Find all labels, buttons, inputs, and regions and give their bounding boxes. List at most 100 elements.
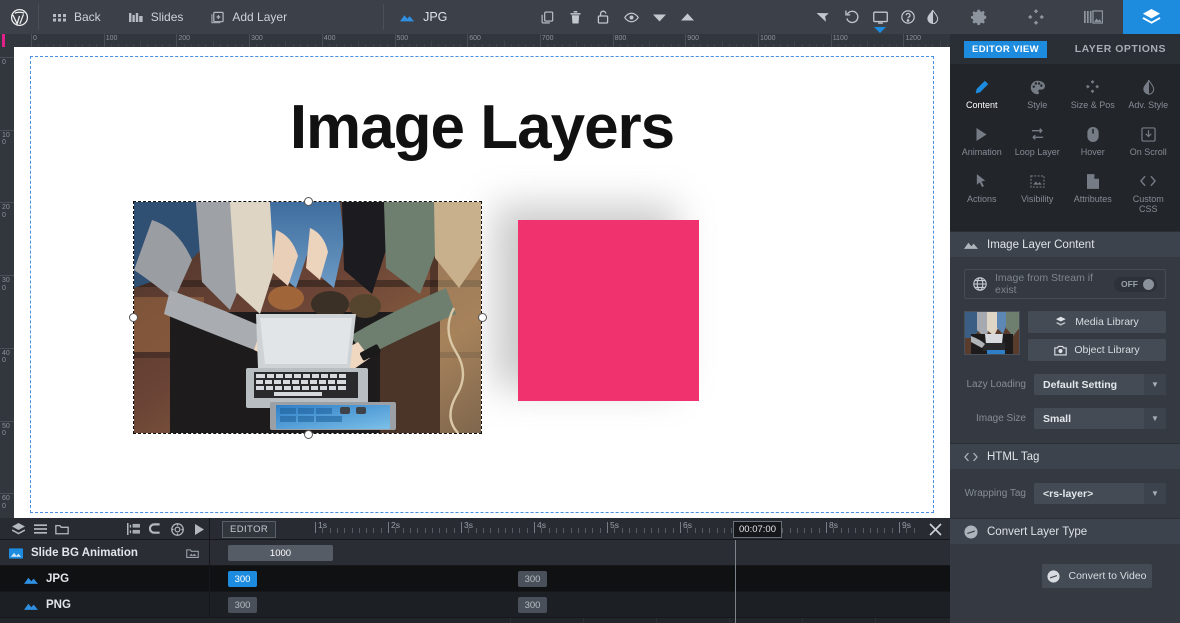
image-size-select[interactable]: Small ▼ <box>1034 408 1166 429</box>
timeline-ruler[interactable]: 1s2s3s4s5s6s7s8s9s <box>282 518 920 540</box>
timeline-bar[interactable]: 300 <box>228 571 257 587</box>
resize-handle-right[interactable] <box>478 313 487 322</box>
tab-loop-layer[interactable]: Loop Layer <box>1010 121 1066 162</box>
convert-icon <box>1047 569 1061 583</box>
tab-hover[interactable]: Hover <box>1065 121 1121 162</box>
tab-label: On Scroll <box>1129 147 1167 157</box>
slide-stage[interactable]: Image Layers <box>14 47 950 518</box>
media-library-button[interactable]: Media Library <box>1028 311 1166 333</box>
vertical-ruler[interactable]: 0 100 200 300 400 500 600 <box>0 47 14 518</box>
timeline-playhead[interactable] <box>735 540 736 623</box>
tab-actions[interactable]: Actions <box>954 168 1010 219</box>
tab-label: Hover <box>1080 147 1105 157</box>
lazy-loading-select[interactable]: Default Setting ▼ <box>1034 374 1166 395</box>
timeline-minor-tick <box>322 528 324 533</box>
timeline-track[interactable]: 300 300 <box>210 566 950 592</box>
section-header-convert-layer-type[interactable]: Convert Layer Type <box>950 518 1180 544</box>
timeline-minor-tick <box>504 528 506 533</box>
back-button[interactable]: Back <box>39 0 115 34</box>
timeline-layers-button[interactable] <box>8 518 28 540</box>
tab-animation[interactable]: Animation <box>954 121 1010 162</box>
timeline-track[interactable]: 300 300 <box>210 592 950 618</box>
timeline-play-button[interactable] <box>189 518 209 540</box>
resize-handle-bottom[interactable] <box>304 430 313 439</box>
delete-layer-button[interactable] <box>561 0 589 34</box>
ruler-label: 300 <box>2 277 10 292</box>
select-tool-button[interactable] <box>810 0 838 34</box>
timeline-editor-toggle[interactable]: EDITOR <box>222 521 277 538</box>
timeline-minor-tick <box>409 528 411 533</box>
png-layer-pink-square[interactable] <box>518 220 699 401</box>
timeline-row-jpg[interactable]: JPG 300 300 <box>0 566 950 592</box>
resize-handle-top[interactable] <box>304 197 313 206</box>
timeline-row-label[interactable]: PNG <box>0 592 210 618</box>
timeline-minor-tick <box>847 528 849 533</box>
timeline-list-button[interactable] <box>30 518 50 540</box>
tab-visibility[interactable]: Visibility <box>1010 168 1066 219</box>
contrast-button[interactable] <box>922 0 950 34</box>
image-thumbnail[interactable] <box>964 311 1020 355</box>
tab-custom-css[interactable]: Custom CSS <box>1121 168 1177 219</box>
toggle-visibility-button[interactable] <box>617 0 645 34</box>
slides-button[interactable]: Slides <box>115 0 198 34</box>
tab-size-pos[interactable]: Size & Pos <box>1065 74 1121 115</box>
timeline-minor-tick <box>789 528 791 533</box>
slide-media-tab[interactable] <box>1065 0 1123 34</box>
wrapping-tag-select[interactable]: <rs-layer> ▼ <box>1034 483 1166 504</box>
tab-adv-style[interactable]: Adv. Style <box>1121 74 1177 115</box>
horizontal-ruler[interactable]: 0 100 200 300 400 500 600 700 800 900 1000 1100 1200 <box>0 34 950 47</box>
section-header-image-layer-content[interactable]: Image Layer Content <box>950 231 1180 257</box>
tab-style[interactable]: Style <box>1010 74 1066 115</box>
timeline-minor-tick <box>351 528 353 533</box>
help-button[interactable] <box>894 0 922 34</box>
panel-header: EDITOR VIEW LAYER OPTIONS <box>950 34 1180 64</box>
preview-device-button[interactable] <box>866 0 894 34</box>
slide-animation-tab[interactable] <box>1008 0 1066 34</box>
timeline-bar[interactable]: 300 <box>228 597 257 613</box>
ruler-label: 400 <box>2 349 10 365</box>
timeline-bar[interactable]: 300 <box>518 597 547 613</box>
wordpress-logo-icon[interactable] <box>0 0 38 34</box>
tab-content[interactable]: Content <box>954 74 1010 115</box>
add-layer-button-label: Add Layer <box>232 10 288 24</box>
slide-title-layer[interactable]: Image Layers <box>14 92 950 163</box>
timeline-folder-button[interactable] <box>52 518 72 540</box>
timeline-align-button[interactable] <box>123 518 143 540</box>
current-layer-indicator: JPG <box>384 0 463 34</box>
timeline-bar[interactable]: 300 <box>518 571 547 587</box>
tab-label: Custom CSS <box>1132 194 1164 214</box>
tab-attributes[interactable]: Attributes <box>1065 168 1121 219</box>
timeline-row-label[interactable]: Slide BG Animation <box>0 540 210 566</box>
editor-view-button[interactable]: EDITOR VIEW <box>964 40 1048 58</box>
timeline-minor-tick <box>891 528 893 533</box>
image-from-stream-toggle[interactable]: OFF <box>1114 276 1157 292</box>
image-from-stream-row[interactable]: Image from Stream if exist OFF <box>964 269 1166 299</box>
timeline-settings-button[interactable] <box>167 518 187 540</box>
timeline-row-png[interactable]: PNG 300 300 <box>0 592 950 618</box>
close-icon[interactable] <box>926 520 944 538</box>
move-up-button[interactable] <box>673 0 701 34</box>
resize-handle-left[interactable] <box>129 313 138 322</box>
duplicate-layer-button[interactable] <box>533 0 561 34</box>
wrapping-tag-label: Wrapping Tag <box>964 488 1026 499</box>
slide-settings-tab[interactable] <box>950 0 1008 34</box>
tab-on-scroll[interactable]: On Scroll <box>1121 121 1177 162</box>
timeline-loop-button[interactable] <box>145 518 165 540</box>
timeline-bar[interactable]: 1000 <box>228 545 333 561</box>
convert-to-video-button[interactable]: Convert to Video <box>1042 564 1152 588</box>
timeline-minor-tick <box>614 528 616 533</box>
add-layer-button[interactable]: Add Layer <box>197 0 301 34</box>
undo-button[interactable] <box>838 0 866 34</box>
section-header-html-tag[interactable]: HTML Tag <box>950 443 1180 469</box>
move-down-button[interactable] <box>645 0 673 34</box>
timeline-row-media-icon[interactable] <box>186 548 199 559</box>
object-library-button[interactable]: Object Library <box>1028 339 1166 361</box>
bg-image-icon <box>9 547 23 559</box>
timeline-track[interactable]: 1000 <box>210 540 950 566</box>
timeline-row-slide-bg[interactable]: Slide BG Animation 1000 <box>0 540 950 566</box>
lock-layer-button[interactable] <box>589 0 617 34</box>
timeline-minor-tick <box>621 528 623 533</box>
jpg-layer-photo[interactable] <box>134 202 481 433</box>
timeline-row-label[interactable]: JPG <box>0 566 210 592</box>
layers-tab[interactable] <box>1122 0 1180 34</box>
